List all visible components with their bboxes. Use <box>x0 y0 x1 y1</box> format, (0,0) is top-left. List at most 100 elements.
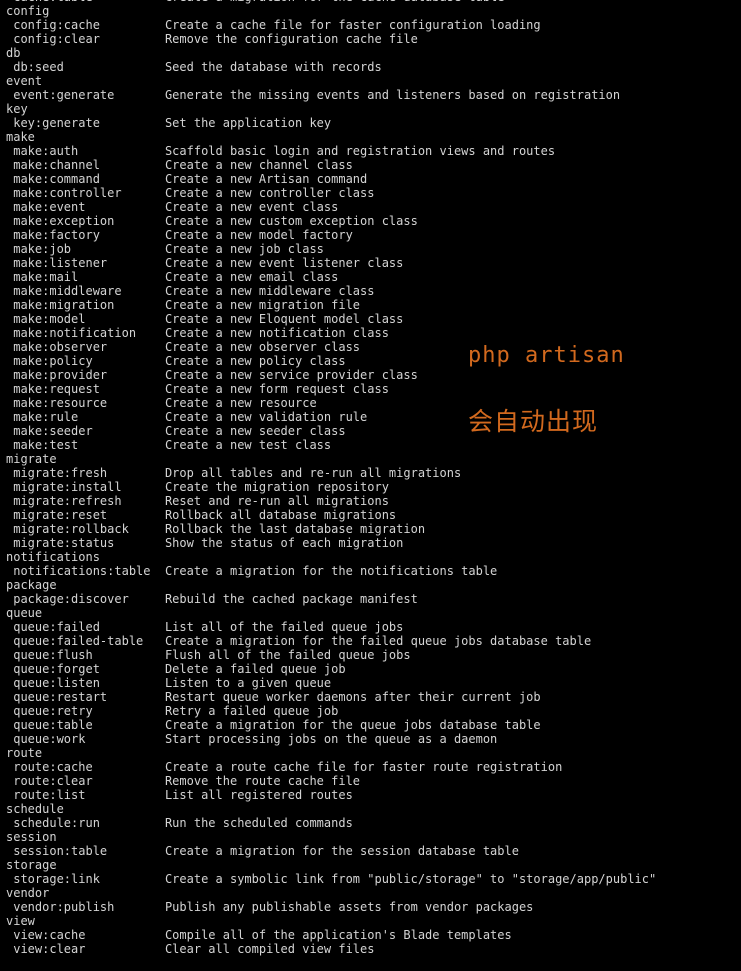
command-row: key:generate Set the application key <box>0 116 741 130</box>
command-description: Create a route cache file for faster rou… <box>164 760 563 774</box>
command-row: make:migration Create a new migration fi… <box>0 298 741 312</box>
command-description: Listen to a given queue <box>164 676 332 690</box>
command-description: Create a new observer class <box>164 340 361 354</box>
command-name: notifications:table <box>6 564 165 578</box>
command-row: route:list List all registered routes <box>0 788 741 802</box>
command-row: make:exception Create a new custom excep… <box>0 214 741 228</box>
command-name: queue:restart <box>6 690 165 704</box>
command-description: Set the application key <box>164 116 332 130</box>
command-description: Generate the missing events and listener… <box>164 88 621 102</box>
annotation-overlay: php artisan 会自动出现 <box>468 306 625 471</box>
command-row: config:cache Create a cache file for fas… <box>0 18 741 32</box>
command-name: storage:link <box>6 872 165 886</box>
command-name: make:policy <box>6 354 165 368</box>
command-name: queue:work <box>6 732 165 746</box>
command-description: Restart queue worker daemons after their… <box>164 690 541 704</box>
command-name: route:cache <box>6 760 165 774</box>
command-description: Rebuild the cached package manifest <box>164 592 418 606</box>
command-name: queue:flush <box>6 648 165 662</box>
command-group-header: vendor <box>6 886 50 900</box>
command-name: view:cache <box>6 928 165 942</box>
command-name: make:mail <box>6 270 165 284</box>
command-row: make:test Create a new test class <box>0 438 741 452</box>
command-row: queue:restart Restart queue worker daemo… <box>0 690 741 704</box>
command-description: Scaffold basic login and registration vi… <box>164 144 556 158</box>
command-name: migrate:refresh <box>6 494 165 508</box>
command-description: Remove the configuration cache file <box>164 32 418 46</box>
command-description: Create a new resource <box>164 396 317 410</box>
command-row: make:resource Create a new resource <box>0 396 741 410</box>
command-row: view:clear Clear all compiled view files <box>0 942 741 956</box>
command-row: notifications:table Create a migration f… <box>0 564 741 578</box>
command-row: migrate:reset Rollback all database migr… <box>0 508 741 522</box>
command-name: package:discover <box>6 592 165 606</box>
command-row: make:job Create a new job class <box>0 242 741 256</box>
command-name: make:job <box>6 242 165 256</box>
command-name: make:command <box>6 172 165 186</box>
command-group-header: notifications <box>6 550 100 564</box>
artisan-command-list: cache:table Create a migration for the c… <box>0 0 741 956</box>
command-group-header: key <box>6 102 28 116</box>
command-name: migrate:fresh <box>6 466 165 480</box>
command-row: queue:failed-table Create a migration fo… <box>0 634 741 648</box>
command-description: Create a new Artisan command <box>164 172 368 186</box>
command-row: queue:forget Delete a failed queue job <box>0 662 741 676</box>
command-row: make:auth Scaffold basic login and regis… <box>0 144 741 158</box>
command-row: make:controller Create a new controller … <box>0 186 741 200</box>
command-name: make:resource <box>6 396 165 410</box>
command-group-header: route <box>6 746 43 760</box>
command-description: Show the status of each migration <box>164 536 404 550</box>
command-description: Create a new policy class <box>164 354 346 368</box>
command-name: make:test <box>6 438 165 452</box>
command-description: Publish any publishable assets from vend… <box>164 900 534 914</box>
command-description: Create a migration for the cache databas… <box>165 0 505 4</box>
command-description: Delete a failed queue job <box>164 662 346 676</box>
command-row: make:mail Create a new email class <box>0 270 741 284</box>
command-name: migrate:install <box>6 480 165 494</box>
command-name: event:generate <box>6 88 165 102</box>
command-description: Rollback all database migrations <box>164 508 397 522</box>
command-description: Seed the database with records <box>164 60 382 74</box>
command-row: make:seeder Create a new seeder class <box>0 424 741 438</box>
command-row: storage:link Create a symbolic link from… <box>0 872 741 886</box>
command-description: Create a new seeder class <box>164 424 346 438</box>
command-description: Create a new service provider class <box>164 368 418 382</box>
command-group-header: queue <box>6 606 43 620</box>
command-name: make:listener <box>6 256 165 270</box>
command-row: view:cache Compile all of the applicatio… <box>0 928 741 942</box>
command-description: Create a new test class <box>164 438 332 452</box>
command-name: make:seeder <box>6 424 165 438</box>
command-group-header: session <box>6 830 57 844</box>
command-name: make:rule <box>6 410 165 424</box>
command-row: config:clear Remove the configuration ca… <box>0 32 741 46</box>
command-description: Create a new controller class <box>164 186 375 200</box>
command-description: Drop all tables and re-run all migration… <box>164 466 462 480</box>
command-description: Create a cache file for faster configura… <box>164 18 541 32</box>
command-name: session:table <box>6 844 165 858</box>
command-row: queue:work Start processing jobs on the … <box>0 732 741 746</box>
command-name: vendor:publish <box>6 900 165 914</box>
command-name: make:controller <box>6 186 165 200</box>
command-row: route:cache Create a route cache file fo… <box>0 760 741 774</box>
command-row: queue:table Create a migration for the q… <box>0 718 741 732</box>
command-row: queue:retry Retry a failed queue job <box>0 704 741 718</box>
command-description: Create a new channel class <box>164 158 353 172</box>
command-name: make:migration <box>6 298 165 312</box>
command-description: Create a new model factory <box>164 228 353 242</box>
command-description: Run the scheduled commands <box>164 816 353 830</box>
command-group-header: make <box>6 130 35 144</box>
command-description: Create a migration for the failed queue … <box>164 634 592 648</box>
command-description: Compile all of the application's Blade t… <box>164 928 512 942</box>
annotation-text-chinese: 会自动出现 <box>468 407 599 436</box>
command-description: Create a new middleware class <box>164 284 375 298</box>
command-description: Flush all of the failed queue jobs <box>164 648 411 662</box>
command-name: make:provider <box>6 368 165 382</box>
command-row: migrate:fresh Drop all tables and re-run… <box>0 466 741 480</box>
annotation-text-english: php artisan <box>468 343 625 368</box>
command-description: List all registered routes <box>164 788 353 802</box>
command-name: route:clear <box>6 774 165 788</box>
command-group-header: view <box>6 914 35 928</box>
command-row: make:rule Create a new validation rule <box>0 410 741 424</box>
command-description: Create a migration for the notifications… <box>164 564 498 578</box>
command-name: make:event <box>6 200 165 214</box>
